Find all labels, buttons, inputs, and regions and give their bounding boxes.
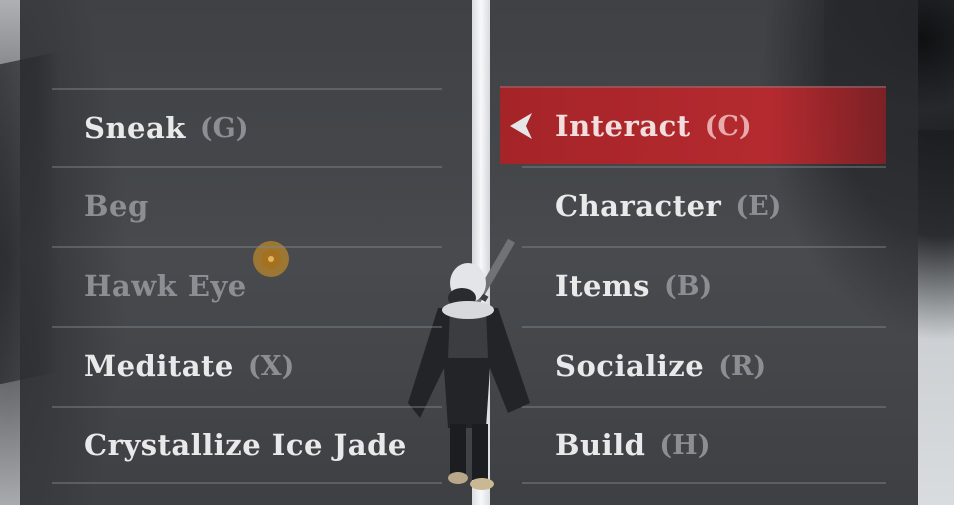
menu-item-interact[interactable]: Interact (C): [500, 86, 886, 164]
menu-item-label: Sneak: [84, 111, 186, 145]
hotkey-label: (G): [199, 112, 249, 144]
menu-item-label: Hawk Eye: [84, 269, 247, 303]
menu-item-meditate[interactable]: Meditate (X): [52, 326, 442, 404]
menu-item-label: Crystallize Ice Jade: [84, 428, 407, 462]
hotkey-label: (E): [735, 190, 782, 222]
menu-item-label: Meditate: [84, 349, 234, 383]
menu-item-crystallize-ice-jade[interactable]: Crystallize Ice Jade: [52, 406, 442, 484]
left-arrow-icon: [510, 113, 532, 139]
menu-item-label: Character: [555, 189, 722, 223]
menu-item-socialize[interactable]: Socialize (R): [522, 326, 886, 404]
menu-item-label: Items: [555, 269, 650, 303]
menu-item-build[interactable]: Build (H): [522, 406, 886, 484]
menu-item-character[interactable]: Character (E): [522, 166, 886, 244]
hotkey-label: (C): [704, 110, 752, 142]
menu-item-items[interactable]: Items (B): [522, 246, 886, 324]
hotkey-label: (B): [663, 270, 713, 302]
menu-item-label: Interact: [555, 109, 691, 143]
menu-item-beg[interactable]: Beg: [52, 166, 442, 244]
menu-item-label: Socialize: [555, 349, 705, 383]
menu-item-sneak[interactable]: Sneak (G): [52, 88, 442, 166]
menu-item-label: Beg: [84, 189, 149, 223]
menu-item-hawk-eye[interactable]: Hawk Eye: [52, 246, 442, 324]
menu-item-label: Build: [555, 428, 646, 462]
hotkey-label: (H): [659, 429, 711, 461]
hotkey-label: (R): [718, 350, 767, 382]
hotkey-label: (X): [247, 350, 295, 382]
